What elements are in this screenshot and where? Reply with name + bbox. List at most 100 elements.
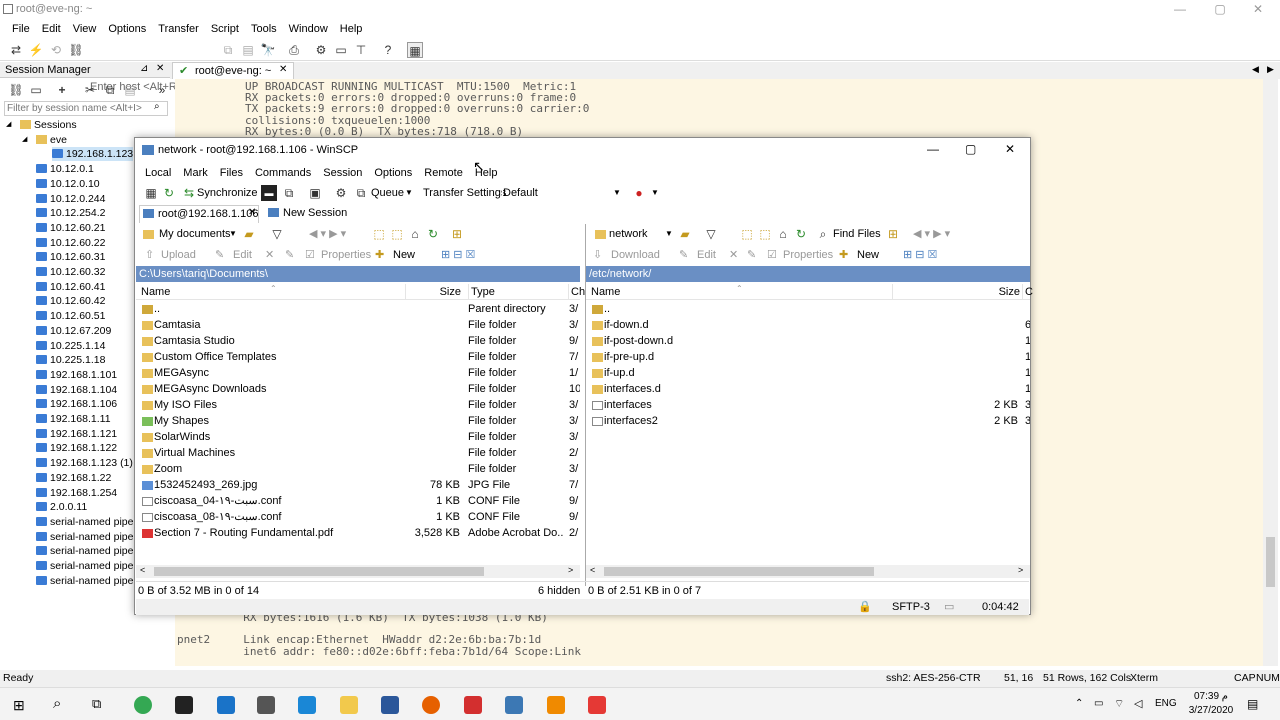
- right-file-row[interactable]: interfaces2 2 KB 3: [586, 413, 1030, 429]
- session-filter-input[interactable]: Filter by session name <Alt+I>: [4, 101, 168, 116]
- session-item[interactable]: serial-named pipe: [36, 544, 133, 558]
- menu-script[interactable]: Script: [205, 20, 245, 38]
- session-item[interactable]: 192.168.1.106: [36, 397, 117, 411]
- language-indicator[interactable]: ENG: [1155, 698, 1177, 709]
- refresh-icon[interactable]: ↻: [161, 185, 177, 201]
- session-window-icon[interactable]: ▭: [28, 82, 44, 98]
- left-new-button[interactable]: New: [393, 245, 415, 265]
- print-icon[interactable]: ⎙: [286, 42, 302, 58]
- winscp-menu-remote[interactable]: Remote: [418, 164, 469, 182]
- map-sessions-icon[interactable]: ⇄: [8, 42, 24, 58]
- winscp-menu-mark[interactable]: Mark: [177, 164, 213, 182]
- session-item[interactable]: 192.168.1.254: [36, 486, 117, 500]
- connect-icon[interactable]: ⛓: [68, 42, 84, 58]
- left-edit-button[interactable]: Edit: [233, 245, 252, 265]
- session-item[interactable]: 192.168.1.22: [36, 471, 111, 485]
- options-icon[interactable]: ▭: [333, 42, 349, 58]
- menu-options[interactable]: Options: [102, 20, 152, 38]
- windows-start-icon[interactable]: ⊞: [13, 697, 25, 714]
- more-icon[interactable]: »: [154, 82, 170, 98]
- left-rename-icon[interactable]: ✎: [285, 245, 294, 265]
- session-item[interactable]: 10.12.254.2: [36, 206, 105, 220]
- search-taskbar-icon[interactable]: ⌕: [53, 695, 61, 712]
- right-file-row[interactable]: if-post-down.d 1: [586, 333, 1030, 349]
- session-item[interactable]: 10.12.60.51: [36, 309, 105, 323]
- minimize-button[interactable]: —: [1165, 2, 1195, 16]
- right-back-icon[interactable]: ◀ ▾ ▶ ▾: [913, 224, 950, 244]
- session-folder[interactable]: ◢ Sessions: [6, 118, 77, 132]
- left-tree-icon[interactable]: ⊞: [449, 226, 465, 242]
- left-scroll-left-icon[interactable]: <: [140, 565, 145, 575]
- tab-scroll-left-icon[interactable]: ◀: [1252, 64, 1259, 75]
- right-open-folder-icon[interactable]: ▰: [677, 226, 693, 242]
- left-select-icon[interactable]: ⊞ ⊟ ☒: [441, 245, 475, 265]
- right-file-row[interactable]: if-pre-up.d 1: [586, 349, 1030, 365]
- file-explorer-icon[interactable]: [340, 696, 358, 714]
- reconnect-icon[interactable]: ⟲: [48, 42, 64, 58]
- left-open-folder-icon[interactable]: ▰: [241, 226, 257, 242]
- right-location[interactable]: network: [609, 224, 648, 244]
- battery-icon[interactable]: ▭: [1094, 698, 1103, 709]
- terminal-taskbar-icon[interactable]: [175, 696, 193, 714]
- winscp-menu-session[interactable]: Session: [317, 164, 368, 182]
- left-root-dir-icon[interactable]: ⬚: [389, 226, 405, 242]
- right-col-name[interactable]: Name: [591, 284, 620, 300]
- session-item[interactable]: 10.12.60.22: [36, 236, 105, 250]
- session-item[interactable]: 10.12.0.1: [36, 162, 94, 176]
- left-scroll-thumb[interactable]: [154, 567, 484, 576]
- left-home-icon[interactable]: ⌂: [407, 226, 423, 242]
- lock-icon[interactable]: 🔒: [858, 600, 872, 613]
- menu-file[interactable]: File: [6, 20, 36, 38]
- acrobat-icon[interactable]: [464, 696, 482, 714]
- winscp-menu-commands[interactable]: Commands: [249, 164, 317, 182]
- session-item[interactable]: serial-named pipe: [36, 530, 133, 544]
- right-new-button[interactable]: New: [857, 245, 879, 265]
- left-location[interactable]: My documents: [159, 224, 231, 244]
- session-item[interactable]: 10.12.60.41: [36, 280, 105, 294]
- left-location-dropdown-icon[interactable]: ▼: [229, 224, 237, 244]
- menu-edit[interactable]: Edit: [36, 20, 67, 38]
- right-file-row[interactable]: if-up.d 1: [586, 365, 1030, 381]
- session-item[interactable]: 2.0.0.11: [36, 500, 87, 514]
- cut-icon[interactable]: ✂: [82, 82, 98, 98]
- upload-button[interactable]: Upload: [161, 245, 196, 265]
- putty-icon[interactable]: ⧉: [281, 185, 297, 201]
- paste-icon[interactable]: ▤: [240, 42, 256, 58]
- tab-close-icon[interactable]: ✕: [279, 64, 287, 75]
- queue-dropdown-icon[interactable]: ▼: [405, 183, 413, 203]
- add-session-icon[interactable]: +: [54, 82, 70, 98]
- task-view-icon[interactable]: ⧉: [92, 696, 101, 712]
- winscp-maximize-button[interactable]: ▢: [965, 142, 976, 156]
- session-item[interactable]: serial-named pipe: [36, 559, 133, 573]
- right-col-changed[interactable]: C: [1022, 284, 1033, 300]
- left-file-row[interactable]: MEGAsync Downloads File folder 10: [136, 381, 580, 397]
- left-filter-icon[interactable]: ▽: [269, 226, 285, 242]
- left-path-bar[interactable]: C:\Users\tariq\Documents\: [136, 266, 580, 282]
- transfer-options-icon[interactable]: ●: [631, 185, 647, 201]
- camtasia-icon[interactable]: [588, 696, 606, 714]
- winscp-minimize-button[interactable]: —: [927, 142, 939, 156]
- session-item[interactable]: 192.168.1.123: [52, 147, 134, 162]
- quick-connect-icon[interactable]: ⚡: [28, 42, 44, 58]
- vlc-icon[interactable]: [547, 696, 565, 714]
- link-icon[interactable]: ⛓: [8, 82, 24, 98]
- left-file-row[interactable]: Custom Office Templates File folder 7/: [136, 349, 580, 365]
- copy-session-icon[interactable]: ⧉: [102, 82, 118, 98]
- right-properties-button[interactable]: Properties: [783, 245, 833, 265]
- menu-window[interactable]: Window: [283, 20, 334, 38]
- firefox-icon[interactable]: [422, 696, 440, 714]
- left-file-row[interactable]: .. Parent directory 3/: [136, 301, 580, 317]
- help-icon[interactable]: ?: [380, 42, 396, 58]
- right-edit-button[interactable]: Edit: [697, 245, 716, 265]
- session-tab[interactable]: ✔ root@eve-ng: ~ ✕: [172, 62, 294, 79]
- download-button[interactable]: Download: [611, 245, 660, 265]
- right-tree-icon[interactable]: ⊞: [885, 226, 901, 242]
- notifications-icon[interactable]: ▤: [1247, 697, 1258, 711]
- left-col-type[interactable]: Type: [468, 284, 566, 300]
- expand-icon[interactable]: ◢: [6, 118, 11, 132]
- session-item[interactable]: 192.168.1.121: [36, 427, 117, 441]
- left-file-row[interactable]: My Shapes File folder 3/: [136, 413, 580, 429]
- session-item[interactable]: 10.12.0.10: [36, 177, 100, 191]
- winscp-taskbar-icon[interactable]: [505, 696, 523, 714]
- left-properties-button[interactable]: Properties: [321, 245, 371, 265]
